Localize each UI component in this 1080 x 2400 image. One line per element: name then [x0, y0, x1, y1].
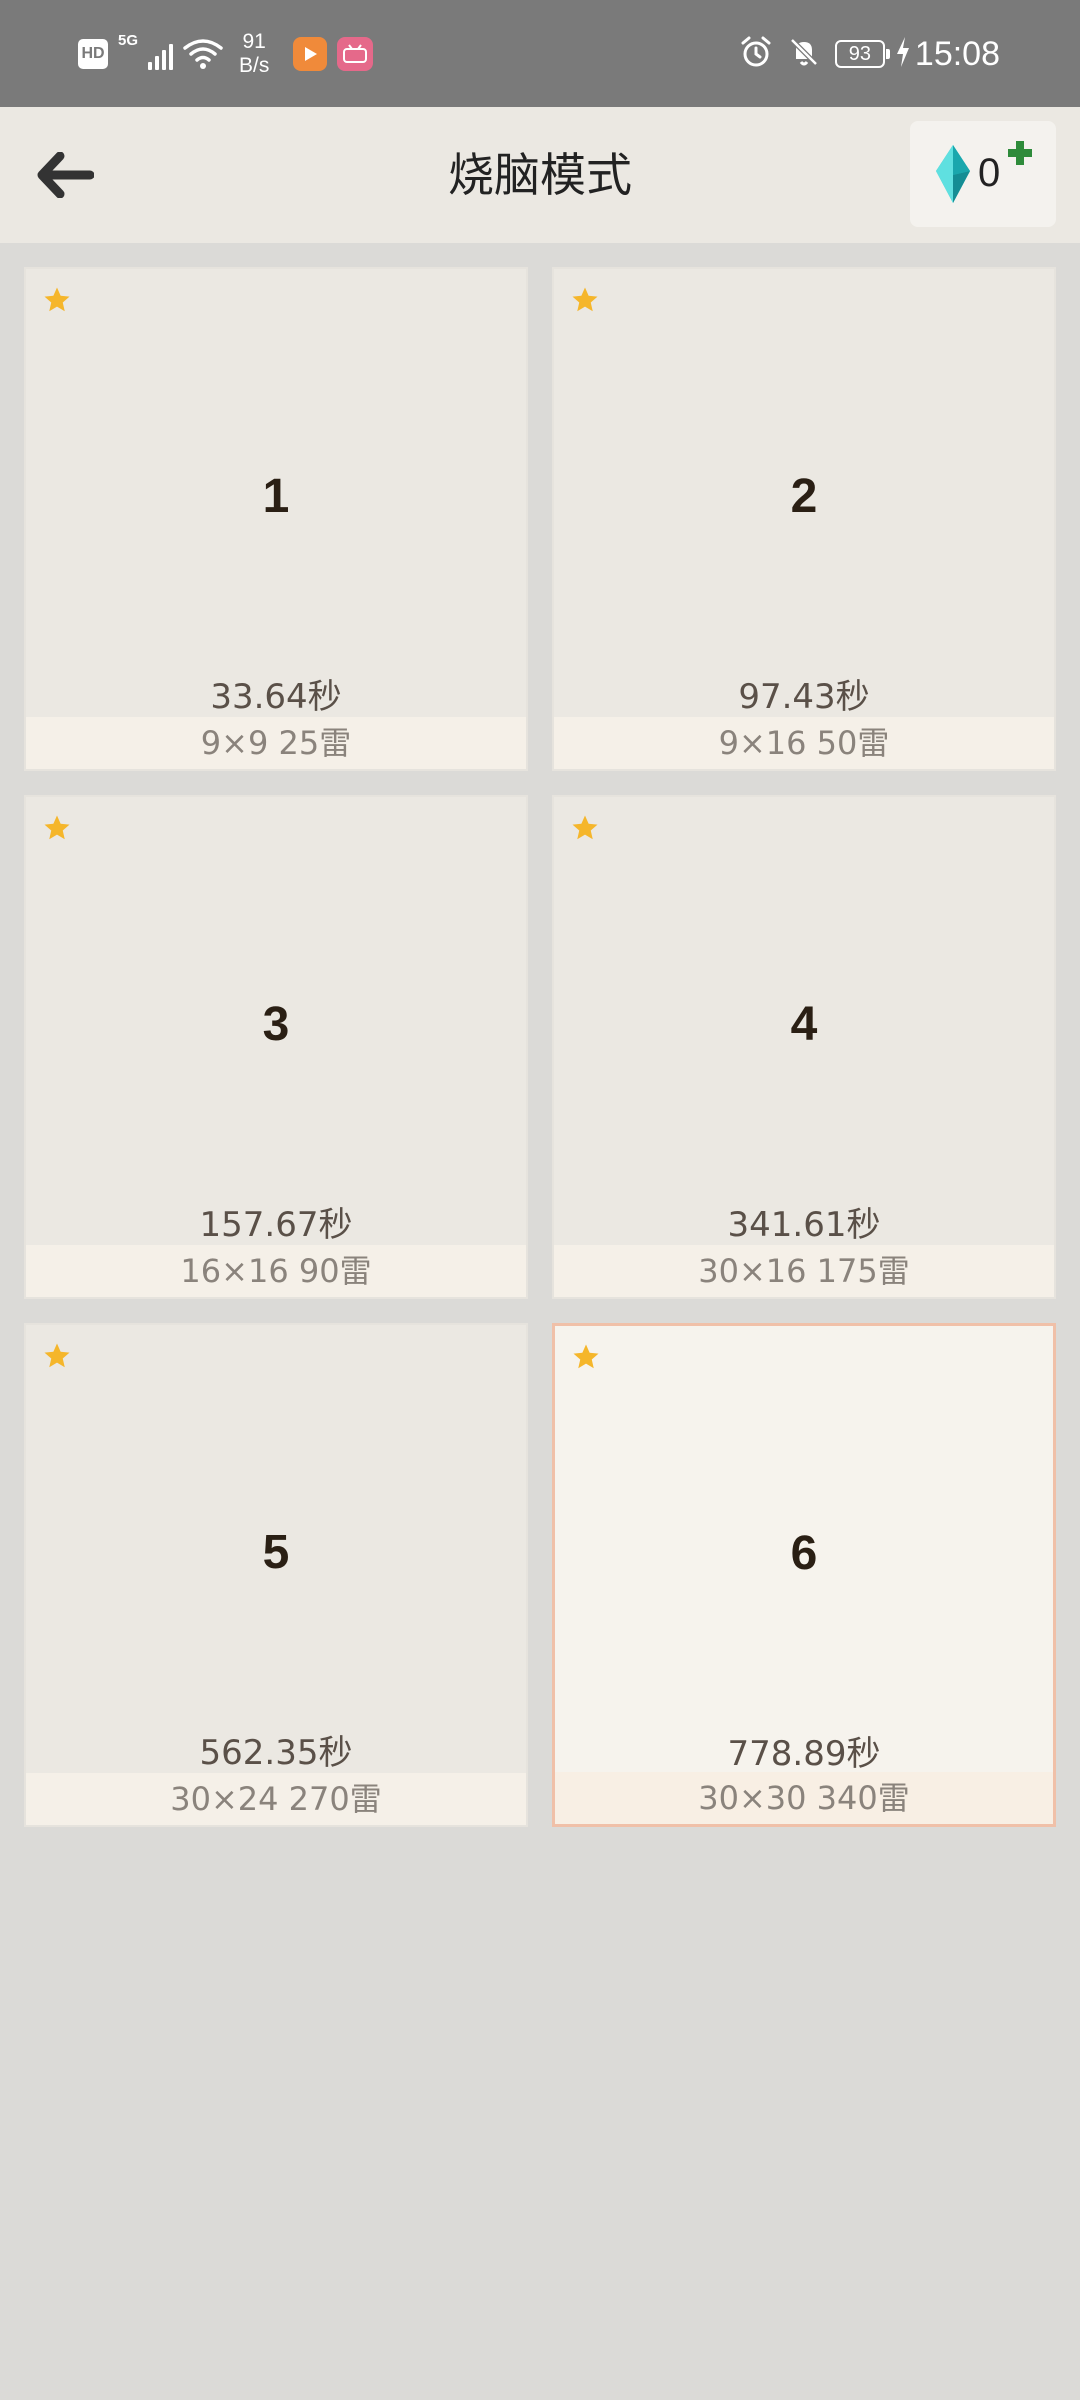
app-bar: 烧脑模式 0 [0, 107, 1080, 243]
level-number: 6 [790, 1527, 818, 1580]
charging-icon [895, 36, 911, 72]
back-arrow-icon [37, 152, 94, 198]
signal-icon [148, 38, 174, 70]
status-bar: HD 5G 91 B/s 93 15:08 [0, 0, 1080, 107]
best-time: 157.67秒 [199, 1205, 353, 1245]
level-number: 5 [262, 1526, 290, 1579]
star-icon [44, 815, 70, 840]
best-time: 778.89秒 [727, 1734, 881, 1774]
level-card-1[interactable]: 1 33.64秒 9×9 25雷 [24, 267, 528, 771]
hd-icon: HD [78, 39, 108, 69]
best-time: 97.43秒 [738, 677, 870, 717]
diamond-icon [936, 145, 970, 203]
level-number: 2 [790, 470, 818, 523]
star-icon [44, 287, 70, 312]
level-card-5[interactable]: 5 562.35秒 30×24 270雷 [24, 1323, 528, 1827]
star-icon [44, 1343, 70, 1368]
star-icon [572, 287, 598, 312]
best-time: 562.35秒 [199, 1733, 353, 1773]
alarm-icon [739, 35, 773, 73]
battery-icon: 93 [834, 40, 890, 68]
app-notification-icon [293, 37, 328, 71]
level-card-4[interactable]: 4 341.61秒 30×16 175雷 [552, 795, 1056, 1299]
clock: 15:08 [914, 34, 1000, 73]
level-grid: 1 33.64秒 9×9 25雷 2 97.43秒 9×16 50雷 3 157… [24, 267, 1056, 1827]
level-card-2[interactable]: 2 97.43秒 9×16 50雷 [552, 267, 1056, 771]
network-speed-value: 91 [242, 30, 266, 53]
level-number: 4 [790, 998, 818, 1051]
status-right: 93 15:08 [739, 26, 1000, 82]
mute-icon [787, 35, 821, 73]
status-left: HD 5G 91 B/s [78, 26, 374, 82]
bilibili-icon [337, 37, 374, 71]
level-card-3[interactable]: 3 157.67秒 16×16 90雷 [24, 795, 528, 1299]
plus-icon [1008, 141, 1032, 165]
board-info: 9×9 25雷 [26, 717, 526, 769]
board-info: 30×24 270雷 [26, 1773, 526, 1825]
network-speed-unit: B/s [239, 54, 270, 77]
network-speed: 91 B/s [239, 30, 269, 78]
star-icon [573, 1344, 599, 1369]
wifi-icon [183, 38, 223, 70]
star-icon [572, 815, 598, 840]
back-button[interactable] [30, 145, 100, 205]
board-info: 30×16 175雷 [554, 1245, 1054, 1297]
best-time: 33.64秒 [210, 677, 342, 717]
best-time: 341.61秒 [727, 1205, 881, 1245]
level-number: 3 [262, 998, 290, 1051]
level-number: 1 [262, 470, 290, 523]
gem-count: 0 [978, 151, 1001, 195]
level-card-6[interactable]: 6 778.89秒 30×30 340雷 [552, 1323, 1056, 1827]
gem-counter-button[interactable]: 0 [910, 121, 1056, 227]
board-info: 9×16 50雷 [554, 717, 1054, 769]
board-info: 16×16 90雷 [26, 1245, 526, 1297]
board-info: 30×30 340雷 [555, 1772, 1053, 1824]
network-type-label: 5G [118, 32, 139, 49]
